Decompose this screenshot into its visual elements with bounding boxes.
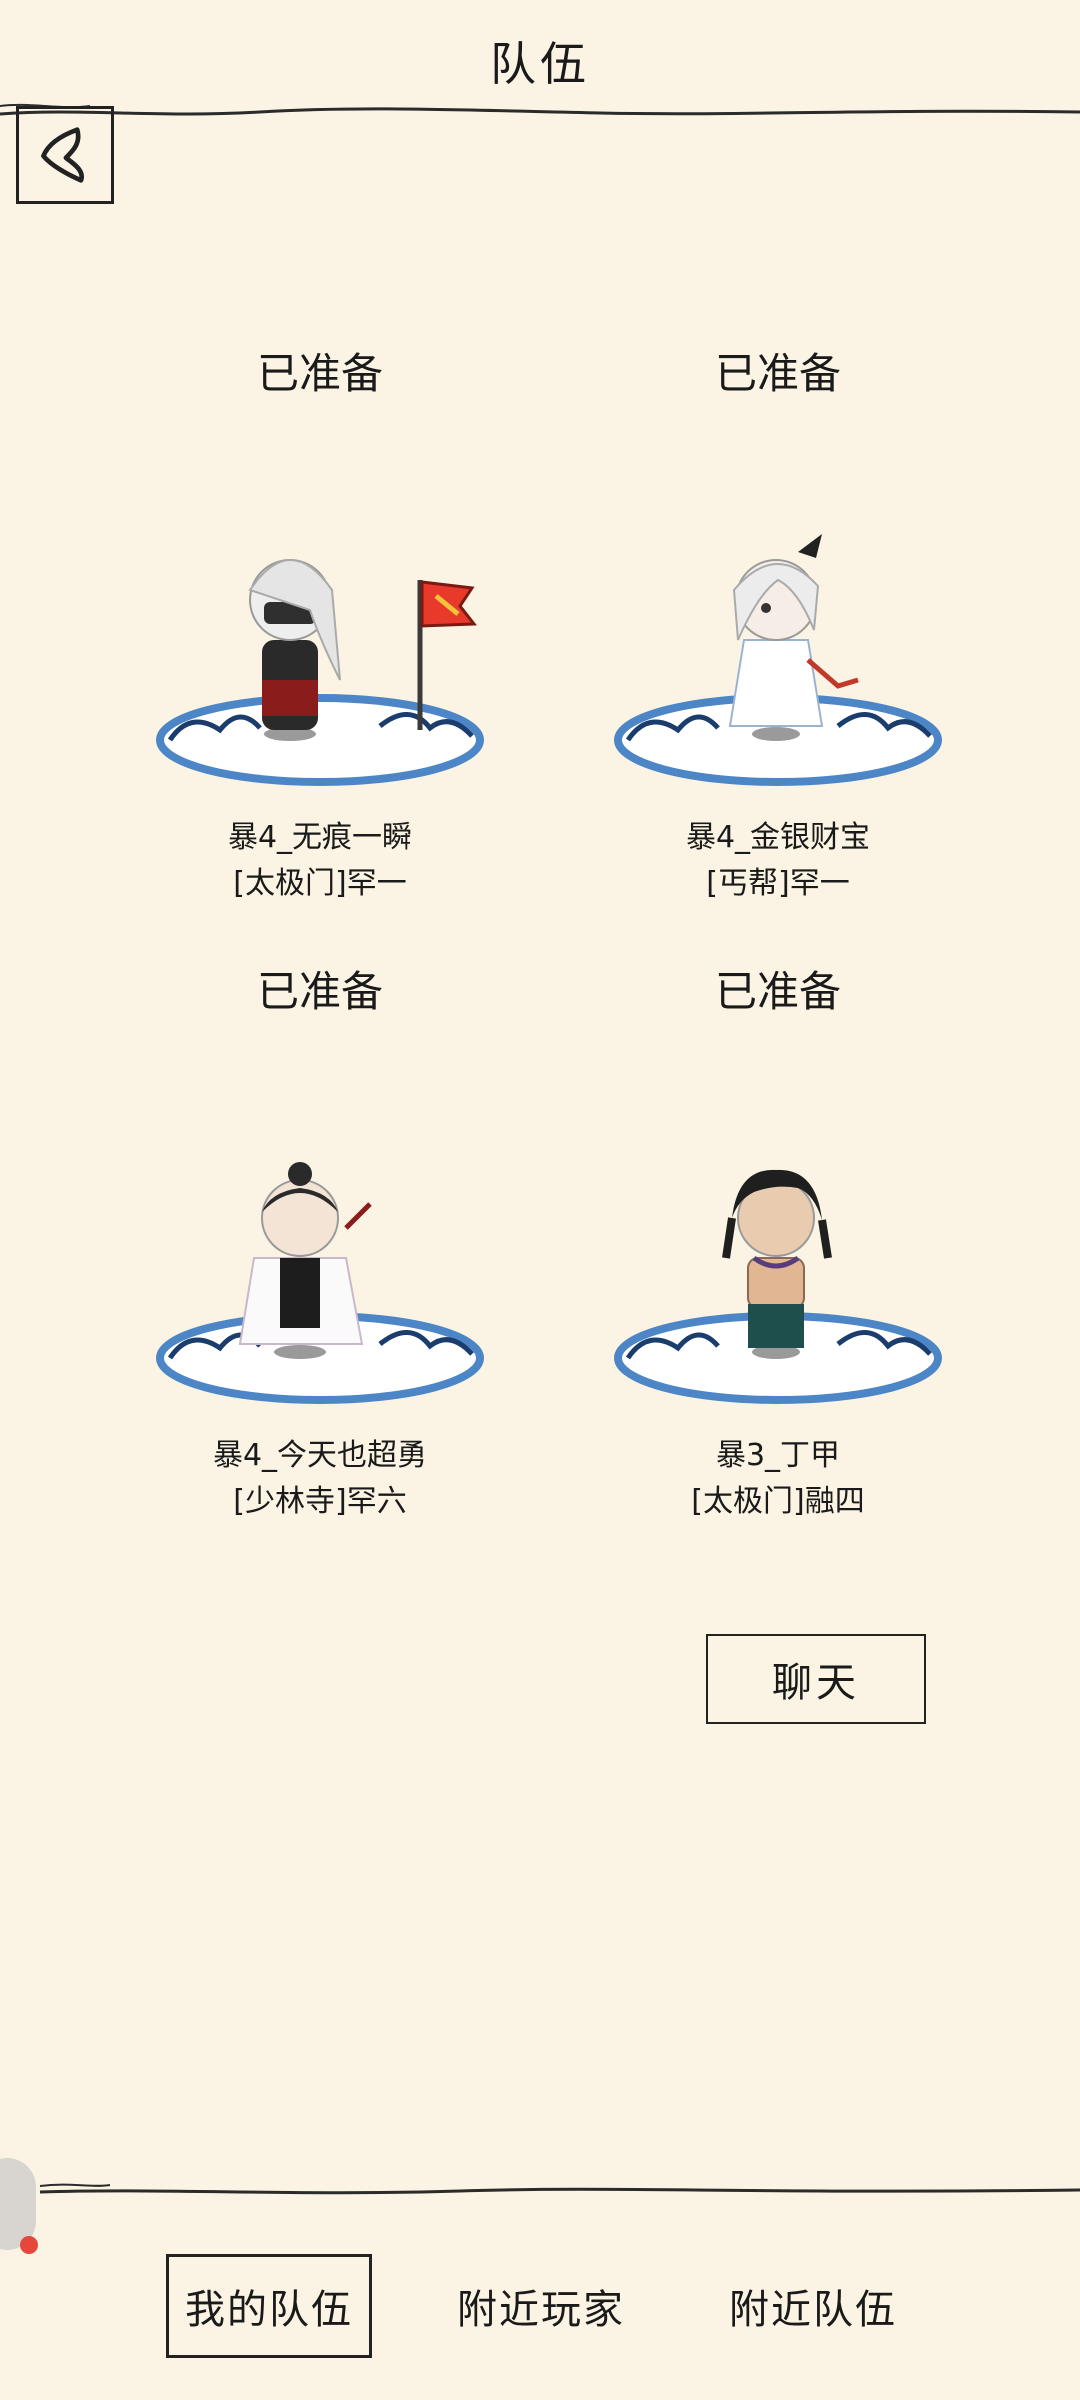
- white-robed-girl-icon: [614, 534, 942, 786]
- ready-status: 已准备: [714, 349, 841, 398]
- back-button[interactable]: [16, 106, 114, 204]
- masked-swordsman-flag-icon: [156, 559, 484, 786]
- team-member-card[interactable]: 已准备 暴3_丁甲 [太极门]融四: [548, 958, 1008, 1519]
- bare-chested-fighter-icon: [614, 1169, 942, 1404]
- player-name: 暴3_丁甲: [715, 1438, 841, 1473]
- page-title: 队伍: [490, 37, 590, 91]
- ready-status: 已准备: [714, 967, 841, 1016]
- header-divider: [0, 103, 1080, 116]
- player-guild: [丐帮]罕一: [706, 866, 850, 901]
- player-guild: [太极门]融四: [691, 1484, 865, 1519]
- team-member-card[interactable]: 已准备 暴4_金银财宝 [丐帮]罕一: [548, 340, 1008, 901]
- player-name: 暴4_今天也超勇: [212, 1438, 428, 1473]
- black-white-monk-icon: [156, 1162, 484, 1404]
- team-member-card[interactable]: 已准备 暴4_今天也超勇 [少林寺]罕六: [90, 958, 550, 1519]
- tab-nearby-teams[interactable]: 附近队伍: [710, 2254, 916, 2358]
- back-arrow-icon: [41, 127, 85, 183]
- player-guild: [太极门]罕一: [233, 866, 407, 901]
- notification-dot-icon: [20, 2236, 38, 2254]
- ready-status: 已准备: [256, 349, 383, 398]
- player-name: 暴4_金银财宝: [685, 820, 871, 855]
- team-member-card[interactable]: 已准备 暴4_无痕一瞬 [太极门]罕一: [90, 340, 550, 901]
- player-guild: [少林寺]罕六: [233, 1484, 407, 1519]
- tab-nearby-players[interactable]: 附近玩家: [438, 2254, 644, 2358]
- ready-status: 已准备: [256, 967, 383, 1016]
- footer-divider: [39, 2183, 1080, 2195]
- player-name: 暴4_无痕一瞬: [227, 820, 413, 855]
- chat-button[interactable]: 聊天: [706, 1634, 926, 1724]
- tab-my-team[interactable]: 我的队伍: [166, 2254, 372, 2358]
